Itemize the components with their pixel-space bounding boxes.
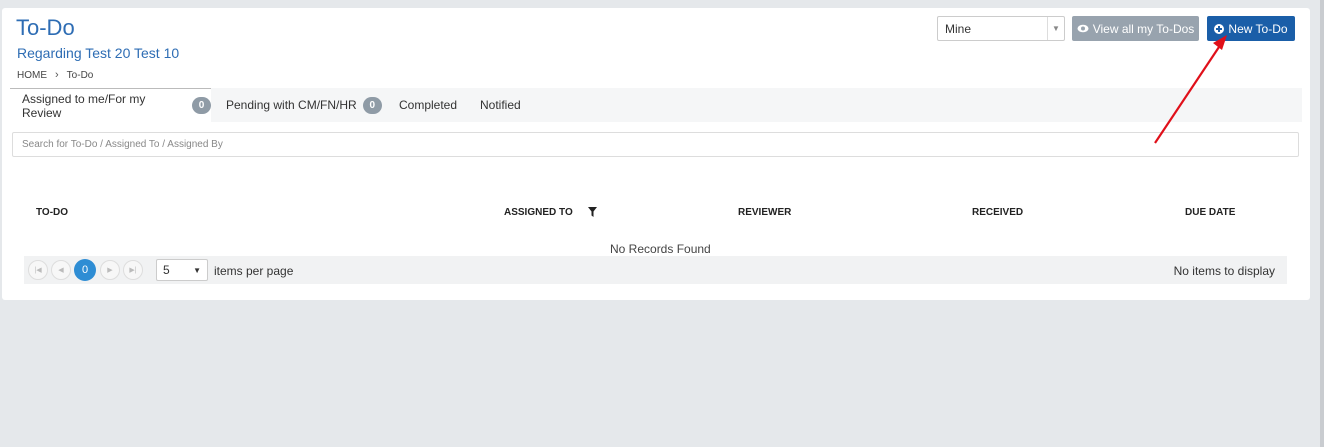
page-subtitle: Regarding Test 20 Test 10 — [17, 45, 180, 61]
current-page-button[interactable]: 0 — [74, 259, 96, 281]
breadcrumb: HOME › To-Do — [17, 69, 93, 81]
tab-label: Pending with CM/FN/HR — [226, 98, 357, 112]
pagination-bar: |◀ ◀ 0 ▶ ▶| 5 ▼ items per page No items … — [24, 256, 1287, 284]
column-header-due-date[interactable]: DUE DATE — [1185, 207, 1235, 218]
page-size-dropdown[interactable]: 5 ▼ — [156, 259, 208, 281]
empty-table-message: No Records Found — [610, 242, 711, 256]
pager-status: No items to display — [1173, 264, 1275, 278]
column-header-reviewer[interactable]: REVIEWER — [738, 207, 791, 218]
new-todo-label: New To-Do — [1228, 21, 1288, 36]
page-size-value: 5 — [163, 263, 170, 277]
scope-dropdown-value: Mine — [945, 21, 972, 36]
eye-icon — [1077, 24, 1089, 33]
search-placeholder: Search for To-Do / Assigned To / Assigne… — [22, 139, 223, 150]
tab-label: Notified — [480, 98, 521, 112]
tab-completed[interactable]: Completed — [399, 88, 457, 122]
count-badge: 0 — [192, 97, 211, 114]
scope-dropdown[interactable]: Mine ▼ — [937, 16, 1065, 41]
tab-notified[interactable]: Notified — [480, 88, 521, 122]
column-header-todo[interactable]: TO-DO — [36, 207, 68, 218]
column-header-received[interactable]: RECEIVED — [972, 207, 1023, 218]
todo-panel: To-Do Regarding Test 20 Test 10 HOME › T… — [2, 8, 1310, 300]
search-input[interactable]: Search for To-Do / Assigned To / Assigne… — [12, 132, 1299, 157]
breadcrumb-chevron-icon: › — [55, 69, 59, 81]
window-scrollbar[interactable] — [1320, 0, 1324, 447]
filter-icon[interactable] — [588, 207, 597, 217]
items-per-page-label: items per page — [214, 264, 294, 278]
chevron-down-icon: ▼ — [1047, 17, 1064, 40]
tab-label: Completed — [399, 98, 458, 112]
breadcrumb-home[interactable]: HOME — [17, 70, 47, 81]
new-todo-button[interactable]: New To-Do — [1207, 16, 1295, 41]
first-page-icon[interactable]: |◀ — [28, 260, 48, 280]
next-page-icon[interactable]: ▶ — [100, 260, 120, 280]
count-badge: 0 — [362, 96, 382, 114]
tab-assigned-to-me[interactable]: Assigned to me/For my Review 0 — [10, 88, 211, 122]
last-page-icon[interactable]: ▶| — [123, 260, 143, 280]
page-title: To-Do — [16, 15, 75, 40]
view-all-todos-button[interactable]: View all my To-Dos — [1072, 16, 1199, 41]
view-all-todos-label: View all my To-Dos — [1092, 21, 1195, 36]
tab-label: Assigned to me/For my Review — [22, 91, 146, 120]
plus-circle-icon — [1214, 23, 1225, 34]
breadcrumb-current: To-Do — [66, 69, 94, 81]
column-header-assigned-to[interactable]: ASSIGNED TO — [504, 207, 573, 218]
tab-pending[interactable]: Pending with CM/FN/HR 0 — [226, 88, 382, 122]
previous-page-icon[interactable]: ◀ — [51, 260, 71, 280]
chevron-down-icon: ▼ — [193, 266, 201, 275]
tab-bar: Assigned to me/For my Review 0 Pending w… — [10, 88, 1302, 122]
